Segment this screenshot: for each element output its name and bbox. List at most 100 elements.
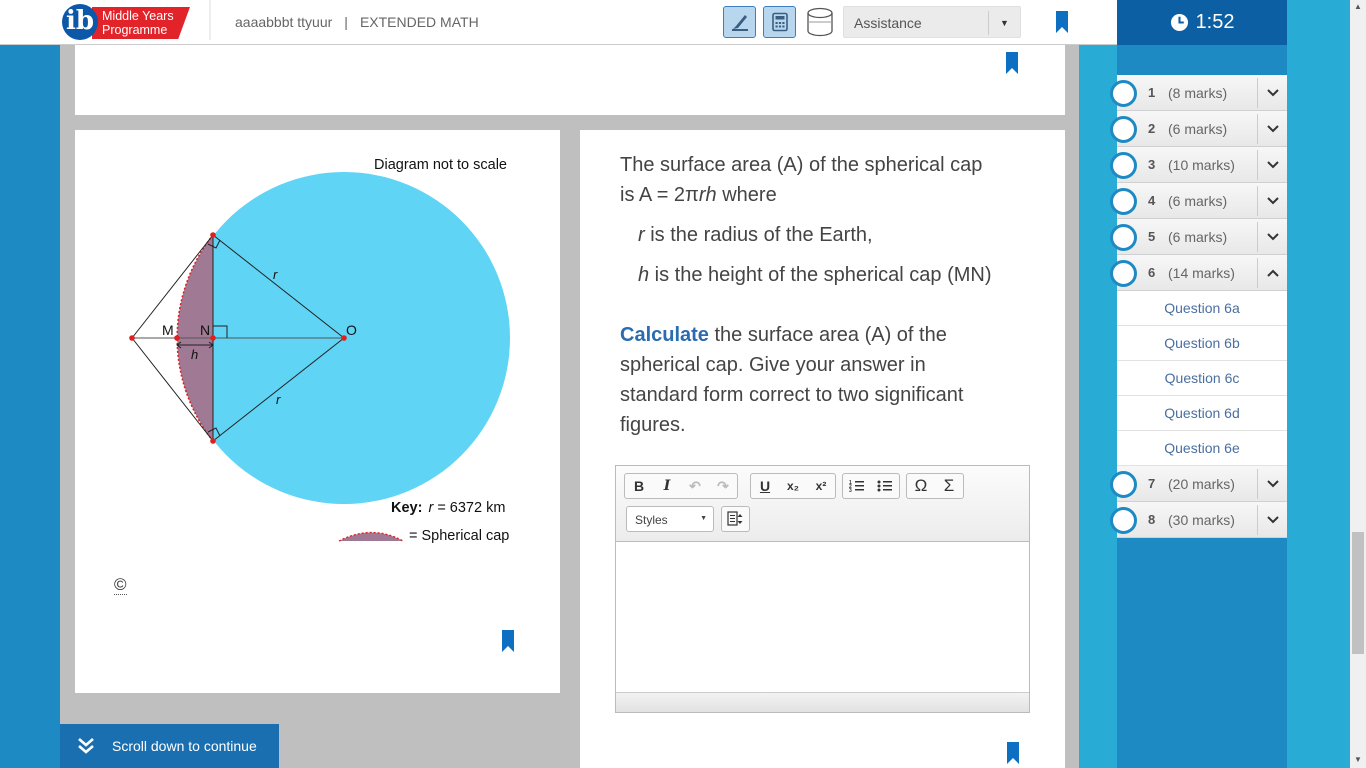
underline-button[interactable]: U [751, 474, 779, 498]
source-button[interactable] [721, 506, 750, 532]
question-nav-item[interactable]: 4 (6 marks) [1110, 183, 1287, 219]
status-circle-icon [1110, 507, 1137, 534]
status-circle-icon [1110, 471, 1137, 498]
timer-value: 1:52 [1195, 11, 1235, 33]
scroll-down-button[interactable]: Scroll down to continue [60, 724, 279, 768]
bookmark-icon[interactable] [1007, 742, 1019, 764]
bookmark-icon[interactable] [1056, 11, 1068, 33]
logo-line1: Middle Years [102, 9, 174, 23]
highlighter-button[interactable] [723, 6, 756, 38]
label-o: O [346, 322, 357, 338]
var-r: r [638, 224, 645, 246]
cylinder-icon[interactable] [805, 6, 835, 38]
question-marks: (14 marks) [1168, 265, 1235, 281]
assistance-dropdown[interactable]: Assistance ▼ [843, 6, 1021, 38]
assistance-label: Assistance [854, 15, 922, 31]
chevron-down-icon[interactable] [1257, 222, 1287, 252]
sub-question-link[interactable]: Question 6e [1117, 431, 1287, 466]
key-r-value: = 6372 km [437, 500, 506, 516]
italic-button[interactable]: I [653, 474, 681, 498]
sub-question-link[interactable]: Question 6a [1117, 291, 1287, 326]
var-h: h [638, 264, 650, 286]
highlighter-icon [731, 15, 748, 31]
r-definition: is the radius of the Earth, [644, 224, 873, 246]
symbol-group: Ω Σ [906, 473, 964, 499]
bullet-list-icon[interactable] [871, 474, 899, 498]
question-line-2: is A = 2πrh where [620, 180, 777, 210]
label-r-bottom: r [276, 392, 281, 407]
label-h: h [191, 347, 198, 362]
status-circle-icon [1110, 116, 1137, 143]
calculator-icon [771, 12, 788, 32]
breadcrumb-separator: | [344, 14, 348, 30]
formula-post: where [716, 184, 777, 206]
chevron-down-icon[interactable] [1257, 150, 1287, 180]
key-r: r [428, 500, 434, 516]
scroll-down-label: Scroll down to continue [112, 738, 257, 754]
key-label: Key: [391, 500, 423, 516]
question-marks: (30 marks) [1168, 512, 1235, 528]
superscript-button[interactable]: x² [807, 474, 835, 498]
chevron-down-icon: ▼ [700, 515, 707, 522]
question-line-3: r is the radius of the Earth, [638, 220, 873, 250]
subscript-button[interactable]: x₂ [779, 474, 807, 498]
chevron-down-icon[interactable] [1257, 505, 1287, 535]
chevron-down-icon[interactable] [1257, 469, 1287, 499]
special-char-button[interactable]: Ω [907, 474, 935, 498]
question-number: 8 [1148, 512, 1156, 527]
format-group: B I ↶ ↷ [624, 473, 738, 499]
left-gutter [0, 45, 60, 768]
command-term[interactable]: Calculate [620, 324, 709, 346]
question-number: 6 [1148, 265, 1156, 280]
math-button[interactable]: Σ [935, 474, 963, 498]
status-circle-icon [1110, 260, 1137, 287]
question-marks: (8 marks) [1168, 85, 1228, 101]
numbered-list-icon[interactable]: 123 [843, 474, 871, 498]
styles-dropdown[interactable]: Styles ▼ [626, 506, 714, 532]
question-line-8: figures. [620, 414, 686, 436]
bold-button[interactable]: B [625, 474, 653, 498]
answer-text-area[interactable] [616, 542, 1029, 692]
question-nav-item[interactable]: 1 (8 marks) [1110, 75, 1287, 111]
question-nav-item[interactable]: 2 (6 marks) [1110, 111, 1287, 147]
question-marks: (20 marks) [1168, 476, 1235, 492]
answer-editor: B I ↶ ↷ U x₂ x² 123 Ω Σ Styles ▼ [615, 465, 1030, 713]
question-line-6: spherical cap. Give your answer in [620, 354, 926, 376]
logo-line2: Programme [102, 23, 168, 37]
question-number: 7 [1148, 476, 1156, 491]
bookmark-icon[interactable] [502, 630, 514, 652]
sub-question-link[interactable]: Question 6d [1117, 396, 1287, 431]
question-nav-item[interactable]: 8 (30 marks) [1110, 502, 1287, 538]
calculator-button[interactable] [763, 6, 796, 38]
formula-rh: rh [698, 184, 717, 206]
question-nav-item[interactable]: 5 (6 marks) [1110, 219, 1287, 255]
question-nav-item[interactable]: 7 (20 marks) [1110, 466, 1287, 502]
undo-icon[interactable]: ↶ [681, 474, 709, 498]
question-line-1: The surface area (A) of the spherical ca… [620, 154, 983, 176]
label-m: M [162, 322, 174, 338]
sub-question-link[interactable]: Question 6c [1117, 361, 1287, 396]
editor-footer [616, 692, 1029, 712]
chevron-up-icon[interactable] [1257, 258, 1287, 288]
question-nav-item[interactable]: 6 (14 marks) [1110, 255, 1287, 291]
chevron-down-icon[interactable] [1257, 186, 1287, 216]
chevron-down-icon[interactable] [1257, 114, 1287, 144]
redo-icon[interactable]: ↷ [709, 474, 737, 498]
scrollbar-thumb[interactable] [1352, 532, 1364, 654]
status-circle-icon [1110, 224, 1137, 251]
scroll-down-icon[interactable]: ▼ [1354, 755, 1362, 764]
question-marks: (6 marks) [1168, 229, 1228, 245]
question-nav-item[interactable]: 3 (10 marks) [1110, 147, 1287, 183]
chevron-down-icon[interactable] [1257, 78, 1287, 108]
chevron-down-icon: ▼ [988, 11, 1020, 35]
bookmark-icon[interactable] [1006, 52, 1018, 74]
copyright-link[interactable]: © [114, 576, 127, 595]
previous-card [75, 45, 1065, 115]
question-number: 4 [1148, 193, 1156, 208]
scroll-up-icon[interactable]: ▲ [1354, 2, 1362, 11]
label-n: N [200, 322, 210, 338]
subject-name: EXTENDED MATH [359, 14, 479, 30]
page-scrollbar[interactable]: ▲ ▼ [1350, 0, 1366, 768]
cap-key-label: = Spherical cap [409, 528, 510, 544]
sub-question-link[interactable]: Question 6b [1117, 326, 1287, 361]
